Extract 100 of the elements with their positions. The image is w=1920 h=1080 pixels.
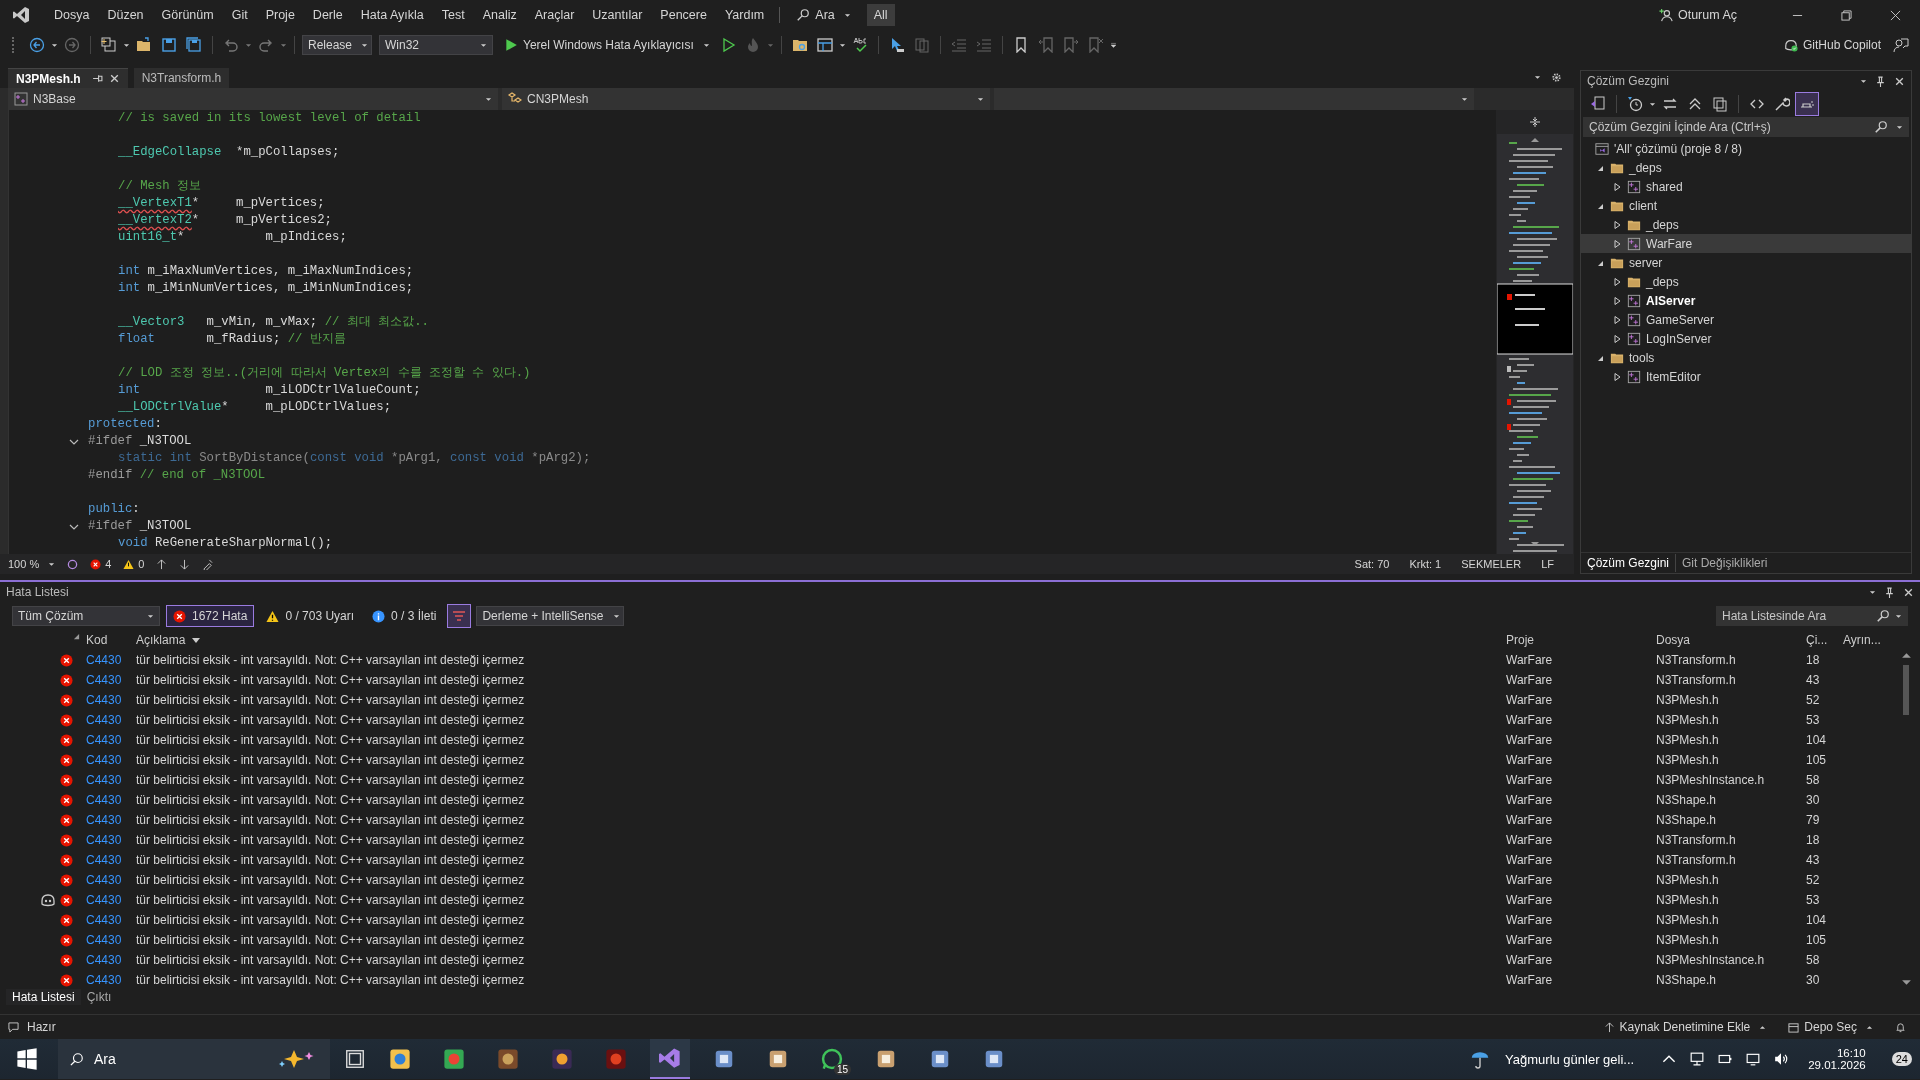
source-dropdown[interactable]: Derleme + IntelliSense — [476, 606, 625, 626]
menu-item[interactable]: Git — [222, 8, 257, 22]
menu-item[interactable]: Dosya — [45, 8, 99, 22]
volume-icon[interactable] — [1774, 1052, 1789, 1066]
menu-item[interactable]: Pencere — [651, 8, 716, 22]
search-field[interactable]: Çözüm Gezgini İçinde Ara (Ctrl+ş) — [1583, 117, 1909, 137]
app-icon[interactable] — [551, 1048, 573, 1070]
document-tab[interactable]: N3PMesh.h — [8, 68, 128, 88]
panel-tab[interactable]: Git Değişiklikleri — [1676, 554, 1774, 572]
app-icon[interactable] — [929, 1048, 951, 1070]
scope-dropdown[interactable]: Tüm Çözüm — [12, 606, 160, 626]
pin-icon[interactable] — [1884, 586, 1895, 598]
column-header[interactable]: Açıklama — [136, 633, 186, 647]
panel-tab[interactable]: Hata Listesi — [6, 989, 81, 1005]
scroll-down-icon[interactable] — [1900, 977, 1912, 988]
search-field[interactable]: Ara — [58, 1039, 330, 1079]
clock-date[interactable]: 29.01.2026 — [1808, 1059, 1866, 1071]
windows-icon[interactable] — [16, 1048, 38, 1070]
repository-button[interactable]: Depo Seç — [1788, 1020, 1873, 1034]
error-code-link[interactable]: C4430 — [86, 653, 122, 667]
tree-item[interactable]: _deps — [1581, 215, 1911, 234]
source-control-button[interactable]: Kaynak Denetimine Ekle — [1603, 1020, 1767, 1034]
monitor-icon[interactable] — [1746, 1052, 1761, 1066]
caret-icon[interactable] — [123, 41, 130, 49]
close-icon[interactable] — [1903, 586, 1914, 598]
column-header[interactable]: Kod — [86, 633, 108, 647]
document-tab[interactable]: N3Transform.h — [133, 68, 230, 88]
app-icon[interactable] — [983, 1048, 1005, 1070]
error-code-link[interactable]: C4430 — [86, 733, 122, 747]
error-code-link[interactable]: C4430 — [86, 713, 122, 727]
zoom-dropdown[interactable]: 100 % — [8, 558, 56, 570]
arrow-down-icon[interactable] — [179, 558, 191, 570]
network-icon[interactable] — [1690, 1052, 1705, 1066]
collapsed-arrow-icon[interactable] — [1612, 181, 1622, 192]
brush-icon[interactable] — [202, 558, 214, 570]
project-dropdown[interactable]: N3Base — [8, 88, 498, 110]
error-code-link[interactable]: C4430 — [86, 773, 122, 787]
visual-studio-icon[interactable] — [659, 1047, 681, 1069]
menu-item[interactable]: Proje — [256, 8, 304, 22]
column-indicator[interactable]: Krkt: 1 — [1405, 558, 1446, 570]
error-code-link[interactable]: C4430 — [86, 673, 122, 687]
panel-tab[interactable]: Çıktı — [80, 989, 118, 1005]
tree-item[interactable]: WarFare — [1581, 234, 1911, 253]
collapsed-arrow-icon[interactable] — [1612, 276, 1622, 287]
collapsed-arrow-icon[interactable] — [1612, 333, 1622, 344]
error-code-link[interactable]: C4430 — [86, 793, 122, 807]
collapsed-arrow-icon[interactable] — [1612, 219, 1622, 230]
tree-item[interactable]: ItemEditor — [1581, 367, 1911, 386]
tree-item[interactable]: server — [1581, 253, 1911, 272]
error-code-link[interactable]: C4430 — [86, 833, 122, 847]
caret-icon[interactable] — [838, 41, 846, 49]
menu-item[interactable]: Derle — [303, 8, 352, 22]
caret-icon[interactable] — [245, 41, 252, 49]
scrollbar-thumb[interactable] — [1903, 665, 1909, 715]
sign-in-button[interactable]: Oturum Aç — [1658, 8, 1737, 22]
message-icon[interactable] — [8, 1021, 19, 1033]
collapsed-arrow-icon[interactable] — [1612, 371, 1622, 382]
filter-button[interactable]: 0 / 3 İleti — [366, 605, 443, 627]
error-code-link[interactable]: C4430 — [86, 893, 122, 907]
start-debugging-button[interactable]: Yerel Windows Hata Ayıklayıcısı — [504, 38, 710, 52]
preview-icon[interactable] — [1796, 93, 1818, 115]
tree-item[interactable]: tools — [1581, 348, 1911, 367]
menu-item[interactable]: Analiz — [473, 8, 526, 22]
caret-icon[interactable] — [1649, 100, 1656, 108]
search-field[interactable]: Hata Listesinde Ara — [1716, 606, 1908, 626]
caret-icon[interactable] — [51, 41, 58, 49]
weather-text[interactable]: Yağmurlu günler geli... — [1505, 1051, 1635, 1067]
collapsed-arrow-icon[interactable] — [1612, 238, 1622, 249]
tree-item[interactable]: _deps — [1581, 158, 1911, 177]
column-header[interactable]: Çi... — [1806, 633, 1828, 647]
menu-item[interactable]: Yardım — [715, 8, 774, 22]
app-icon[interactable] — [875, 1048, 897, 1070]
tree-item[interactable]: _deps — [1581, 272, 1911, 291]
warning-count[interactable]: 0 — [123, 558, 145, 570]
error-code-link[interactable]: C4430 — [86, 973, 122, 987]
close-icon[interactable] — [108, 73, 120, 84]
overflow-icon[interactable] — [1109, 41, 1117, 49]
tree-item[interactable]: AIServer — [1581, 291, 1911, 310]
tree-item[interactable]: 'All' çözümü (proje 8 / 8) — [1581, 139, 1911, 158]
pin-icon[interactable] — [1875, 75, 1886, 87]
settings-icon[interactable] — [1551, 72, 1562, 83]
sort-icon[interactable] — [73, 632, 80, 640]
caret-icon[interactable] — [1534, 73, 1541, 81]
error-code-link[interactable]: C4430 — [86, 753, 122, 767]
menu-item[interactable]: Uzantılar — [583, 8, 652, 22]
search-button[interactable]: Ara — [786, 8, 861, 22]
pin-icon[interactable] — [91, 73, 103, 84]
caret-icon[interactable] — [1860, 77, 1867, 85]
error-count[interactable]: 4 — [90, 558, 112, 570]
battery-icon[interactable] — [1718, 1052, 1733, 1066]
clock-time[interactable]: 16:10 — [1836, 1047, 1866, 1059]
menu-item[interactable]: Görünüm — [152, 8, 223, 22]
filter-button[interactable]: 1672 Hata — [166, 605, 255, 627]
arrow-up-icon[interactable] — [156, 558, 168, 570]
tree-item[interactable]: shared — [1581, 177, 1911, 196]
error-code-link[interactable]: C4430 — [86, 933, 122, 947]
menu-item[interactable]: Düzen — [98, 8, 153, 22]
task-view-icon[interactable] — [344, 1048, 366, 1070]
app-icon[interactable] — [767, 1048, 789, 1070]
menu-item[interactable]: Araçlar — [525, 8, 584, 22]
